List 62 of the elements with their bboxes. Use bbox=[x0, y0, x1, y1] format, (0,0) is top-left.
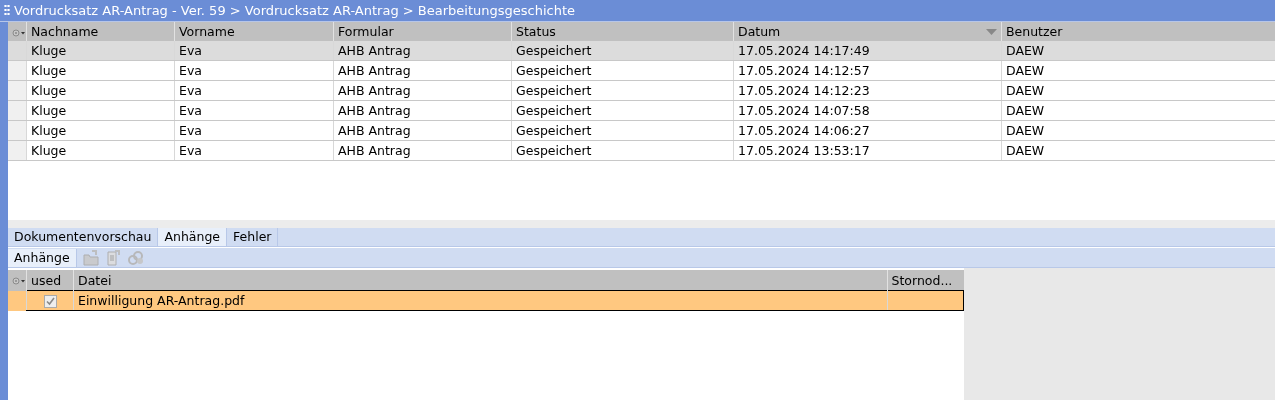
link-icon[interactable] bbox=[126, 249, 145, 266]
table-cell: AHB Antrag bbox=[333, 140, 512, 161]
table-cell: AHB Antrag bbox=[333, 100, 512, 121]
table-cell: Kluge bbox=[26, 60, 175, 81]
column-header[interactable]: used bbox=[26, 270, 74, 291]
table-cell: 17.05.2024 13:53:17 bbox=[733, 140, 1002, 161]
table-cell: 17.05.2024 14:07:58 bbox=[733, 100, 1002, 121]
table-row[interactable]: Kluge Eva AHB Antrag Gespeichert 17.05.2024 13:53:17 DAEW bbox=[8, 140, 1275, 161]
column-header[interactable]: Stornod... bbox=[887, 270, 964, 291]
table-cell: Kluge bbox=[26, 140, 175, 161]
window-title: Vordrucksatz AR-Antrag - Ver. 59 > Vordrucksatz AR-Antrag > Bearbeitungsgeschichte bbox=[14, 3, 575, 18]
table-cell: 17.05.2024 14:06:27 bbox=[733, 120, 1002, 141]
table-cell: Kluge bbox=[26, 80, 175, 101]
table-cell: DAEW bbox=[1001, 140, 1275, 161]
column-header[interactable]: Datum bbox=[733, 22, 1002, 41]
table-cell: DAEW bbox=[1001, 41, 1275, 61]
column-header[interactable]: Benutzer bbox=[1001, 22, 1275, 41]
table-cell: Eva bbox=[174, 60, 334, 81]
table-cell: Eva bbox=[174, 140, 334, 161]
tab[interactable]: Fehler bbox=[227, 228, 279, 246]
table-cell: Gespeichert bbox=[511, 60, 734, 81]
table-cell: Kluge bbox=[26, 100, 175, 121]
column-header[interactable]: Status bbox=[511, 22, 734, 41]
table-cell: 17.05.2024 14:12:57 bbox=[733, 60, 1002, 81]
table-cell: AHB Antrag bbox=[333, 120, 512, 141]
table-cell: AHB Antrag bbox=[333, 60, 512, 81]
splitter[interactable] bbox=[8, 220, 1275, 228]
table-cell: DAEW bbox=[1001, 60, 1275, 81]
table-row[interactable]: Kluge Eva AHB Antrag Gespeichert 17.05.2024 14:12:57 DAEW bbox=[8, 60, 1275, 81]
table-cell: DAEW bbox=[1001, 100, 1275, 121]
checkbox[interactable] bbox=[43, 295, 57, 308]
table-cell: Eva bbox=[174, 80, 334, 101]
tab[interactable]: Anhänge bbox=[8, 248, 77, 267]
folder-icon[interactable] bbox=[82, 249, 99, 266]
table-cell: Eva bbox=[174, 41, 334, 61]
table-cell: Gespeichert bbox=[511, 41, 734, 61]
column-chooser-icon[interactable] bbox=[12, 277, 26, 286]
table-cell: Kluge bbox=[26, 41, 175, 61]
table-cell: DAEW bbox=[1001, 80, 1275, 101]
column-header[interactable]: Datei bbox=[73, 270, 887, 291]
table-row[interactable]: Kluge Eva AHB Antrag Gespeichert 17.05.2024 14:12:23 DAEW bbox=[8, 80, 1275, 101]
tab[interactable]: Anhänge bbox=[158, 228, 228, 246]
table-row[interactable]: Kluge Eva AHB Antrag Gespeichert 17.05.2024 14:06:27 DAEW bbox=[8, 120, 1275, 141]
table-row[interactable]: Kluge Eva AHB Antrag Gespeichert 17.05.2024 14:07:58 DAEW bbox=[8, 100, 1275, 121]
table-row[interactable]: Kluge Eva AHB Antrag Gespeichert 17.05.2024 14:17:49 DAEW bbox=[8, 41, 1275, 61]
column-header[interactable]: Formular bbox=[333, 22, 512, 41]
column-chooser-icon[interactable] bbox=[12, 28, 26, 37]
document-icon[interactable] bbox=[104, 249, 121, 266]
table-cell: AHB Antrag bbox=[333, 41, 512, 61]
table-cell: Kluge bbox=[26, 120, 175, 141]
table-cell: 17.05.2024 14:17:49 bbox=[733, 41, 1002, 61]
column-header[interactable]: Vorname bbox=[174, 22, 334, 41]
table-cell: 17.05.2024 14:12:23 bbox=[733, 80, 1002, 101]
table-cell: Gespeichert bbox=[511, 140, 734, 161]
table-cell: Eva bbox=[174, 100, 334, 121]
table-cell: Gespeichert bbox=[511, 80, 734, 101]
table-cell: Gespeichert bbox=[511, 120, 734, 141]
column-header[interactable]: Nachname bbox=[26, 22, 175, 41]
table-cell: DAEW bbox=[1001, 120, 1275, 141]
table-cell: AHB Antrag bbox=[333, 80, 512, 101]
table-cell: Eva bbox=[174, 120, 334, 141]
table-cell: Gespeichert bbox=[511, 100, 734, 121]
